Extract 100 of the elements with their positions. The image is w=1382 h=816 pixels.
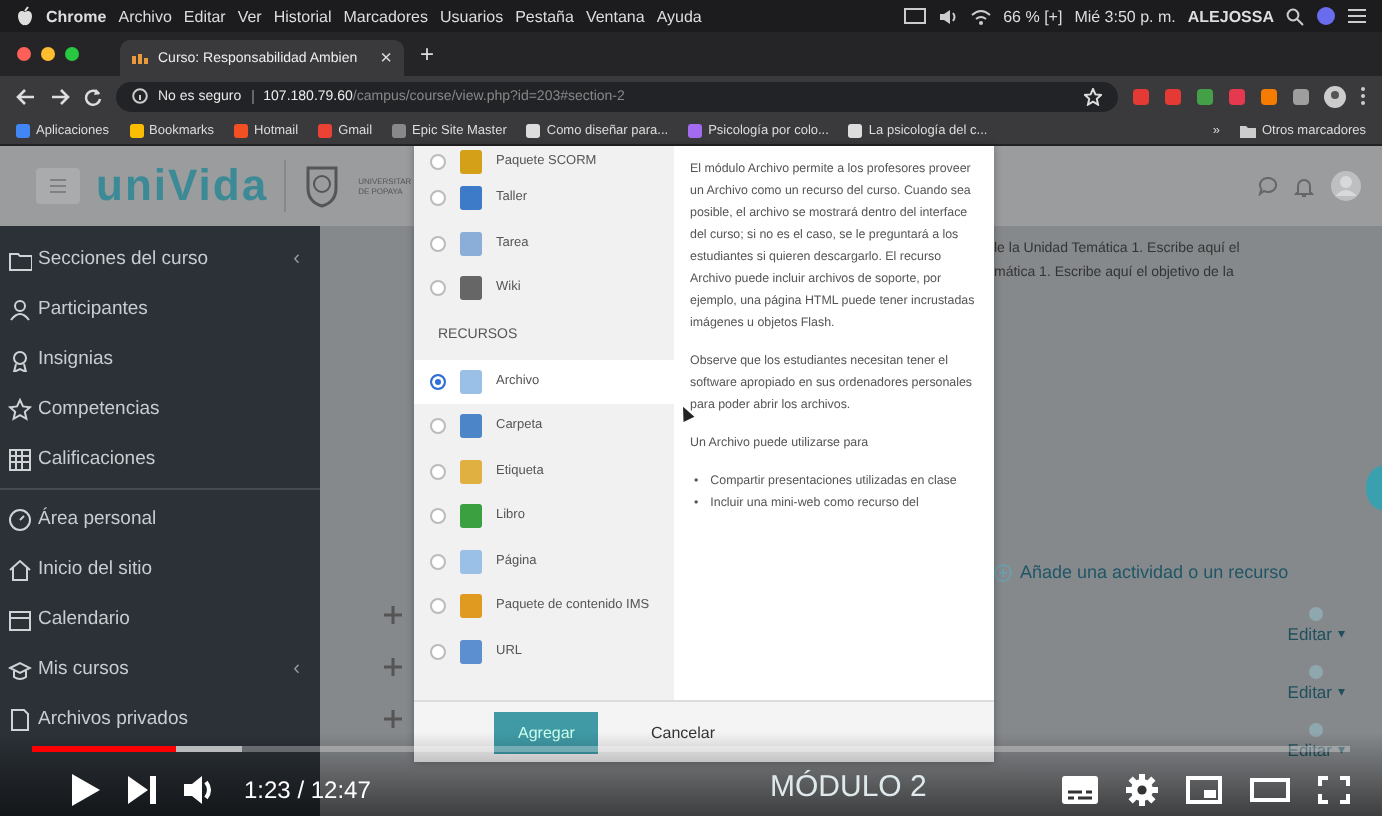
- calendar-icon: [8, 607, 32, 631]
- subtitles-icon[interactable]: [1062, 776, 1098, 804]
- chevron-icon: ‹: [293, 658, 300, 680]
- module-icon: [458, 367, 484, 396]
- reload-icon[interactable]: [84, 87, 102, 105]
- move-icon[interactable]: [384, 710, 402, 728]
- move-icon[interactable]: [384, 606, 402, 624]
- menu-item[interactable]: Ayuda: [656, 7, 702, 25]
- sidebar-item[interactable]: Calendario: [0, 594, 320, 644]
- module-icon: [458, 502, 484, 531]
- module-icon: [458, 229, 484, 258]
- menu-item[interactable]: Pestaña: [515, 7, 574, 25]
- battery-status[interactable]: 66 % [+]: [1003, 7, 1063, 25]
- sidebar-item[interactable]: Competencias: [0, 384, 320, 434]
- bookmark-icon: [526, 123, 541, 137]
- next-icon[interactable]: [128, 776, 156, 804]
- miniplayer-icon[interactable]: [1186, 776, 1222, 804]
- user-name[interactable]: ALEJOSSA: [1187, 7, 1274, 25]
- fullscreen-icon[interactable]: [1318, 776, 1350, 804]
- apple-icon: [16, 6, 34, 26]
- plus-circle-icon: [994, 563, 1012, 581]
- module-heading: MÓDULO 2: [770, 770, 927, 804]
- grid-icon: [8, 447, 32, 471]
- radio-button[interactable]: [430, 373, 446, 390]
- radio-button[interactable]: [430, 280, 446, 297]
- module-icon: [458, 547, 484, 576]
- menu-item[interactable]: Editar: [183, 7, 226, 25]
- bookmark-icon: [16, 123, 30, 137]
- radio-button[interactable]: [430, 235, 446, 252]
- bell-icon[interactable]: [1294, 175, 1314, 197]
- new-tab-button[interactable]: +: [420, 40, 435, 68]
- menu-item[interactable]: Ventana: [585, 7, 645, 25]
- radio-button[interactable]: [430, 598, 446, 615]
- settings-icon[interactable]: [1126, 774, 1158, 806]
- star-icon: [8, 397, 32, 421]
- badge-icon: [8, 347, 32, 371]
- chat-icon[interactable]: [1258, 176, 1278, 196]
- gauge-icon: [8, 507, 32, 531]
- module-icon: [458, 457, 484, 486]
- sidebar-item[interactable]: Archivos privados: [0, 694, 320, 744]
- home-icon: [8, 557, 32, 581]
- video-time: 1:23 / 12:47: [244, 776, 371, 804]
- folder-icon: [8, 247, 32, 271]
- sidebar-item[interactable]: Participantes: [0, 284, 320, 334]
- radio-button[interactable]: [430, 508, 446, 525]
- site-icon: [132, 51, 150, 65]
- menu-item[interactable]: Usuarios: [440, 7, 504, 25]
- module-icon: [458, 274, 484, 303]
- app-menu[interactable]: Chrome: [46, 7, 107, 25]
- radio-button[interactable]: [430, 153, 446, 169]
- sidebar-item[interactable]: Área personal: [0, 494, 320, 544]
- radio-button[interactable]: [430, 643, 446, 660]
- sidebar-item[interactable]: Mis cursos ‹: [0, 644, 320, 694]
- module-icon: [458, 184, 484, 213]
- sidebar-item[interactable]: Secciones del curso ‹: [0, 234, 320, 284]
- bookmark-icon: [318, 123, 333, 137]
- radio-button[interactable]: [430, 418, 446, 435]
- cancel-button[interactable]: Cancelar: [630, 713, 735, 751]
- menu-item[interactable]: Ver: [237, 7, 262, 25]
- bookmark-icon: [688, 123, 703, 137]
- radio-button[interactable]: [430, 463, 446, 480]
- bookmark-icon: [234, 123, 249, 137]
- play-icon[interactable]: [72, 774, 100, 806]
- move-icon[interactable]: [384, 658, 402, 676]
- sidebar-item[interactable]: Calificaciones: [0, 434, 320, 484]
- window-controls-icon: [16, 46, 84, 62]
- forward-icon[interactable]: [50, 87, 70, 105]
- menu-item[interactable]: Archivo: [118, 7, 172, 25]
- chevron-icon: ‹: [293, 248, 300, 270]
- list-icon[interactable]: [1348, 8, 1366, 24]
- module-icon: [458, 147, 484, 175]
- bookmark-icon: [129, 123, 143, 137]
- bookmark-icon: [392, 123, 407, 137]
- wifi-icon[interactable]: [969, 7, 992, 25]
- folder-icon: [1239, 123, 1256, 137]
- file-icon: [8, 707, 32, 731]
- theater-icon[interactable]: [1250, 778, 1290, 802]
- close-button[interactable]: ×: [380, 47, 392, 69]
- radio-button[interactable]: [430, 190, 446, 207]
- search-icon[interactable]: [1286, 7, 1304, 25]
- star-icon[interactable]: [1084, 87, 1102, 105]
- back-icon[interactable]: [16, 87, 36, 105]
- volume-icon[interactable]: [937, 7, 958, 25]
- clock[interactable]: Mié 3:50 p. m.: [1074, 7, 1176, 25]
- sidebar-item[interactable]: Inicio del sitio: [0, 544, 320, 594]
- avatar-icon[interactable]: [1324, 85, 1346, 107]
- person-icon: [8, 297, 32, 321]
- info-icon: [132, 88, 148, 104]
- menu-icon[interactable]: [1360, 86, 1366, 106]
- display-icon[interactable]: [903, 7, 926, 25]
- bookmark-icon: [848, 123, 863, 137]
- radio-button[interactable]: [430, 553, 446, 570]
- sidebar-item[interactable]: Insignias: [0, 334, 320, 384]
- volume-icon[interactable]: [184, 774, 216, 806]
- crest-icon: [302, 164, 343, 208]
- menu-item[interactable]: Marcadores: [343, 7, 428, 25]
- module-icon: [458, 412, 484, 441]
- module-icon: [458, 637, 484, 666]
- module-icon: [458, 592, 484, 621]
- menu-item[interactable]: Historial: [273, 7, 332, 25]
